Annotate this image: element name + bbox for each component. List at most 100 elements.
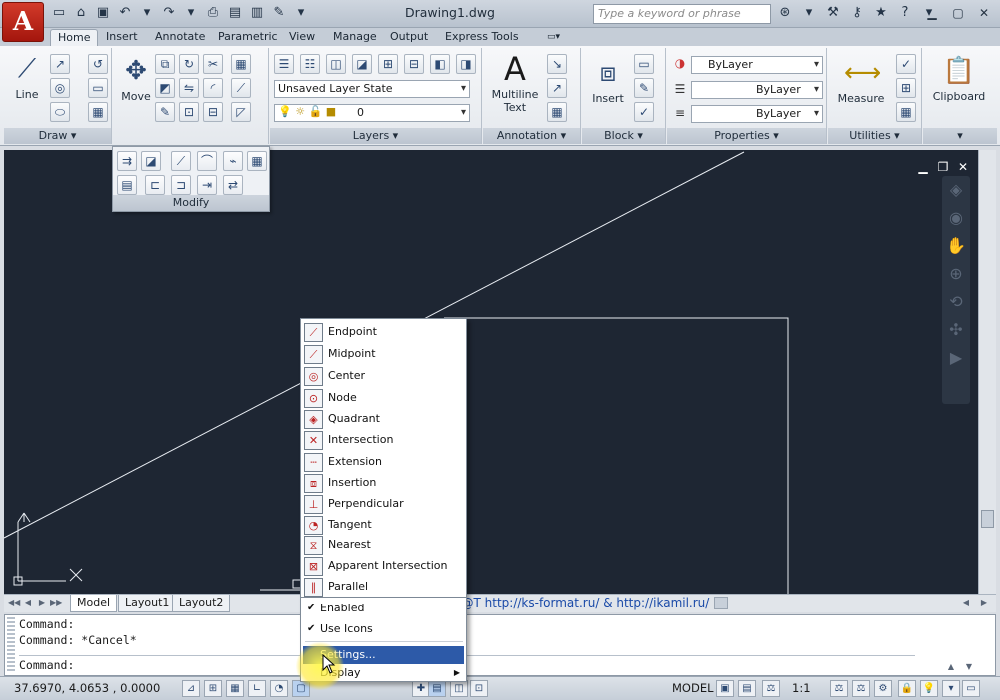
lineweight-icon[interactable]: ≡ [670,104,690,124]
use-icons-option[interactable]: ✔ Use Icons [303,620,464,638]
layer-match-icon[interactable]: ⊞ [378,54,398,74]
circle-icon[interactable]: ◎ [50,78,70,98]
enabled-option[interactable]: ✔ Enabled [303,604,464,614]
command-scroll-up-icon[interactable]: ▲ [945,661,957,673]
break-icon[interactable]: ⊏ [145,175,165,195]
undo-icon[interactable]: ↶ [116,4,134,22]
edit-hatch-icon[interactable]: ▦ [247,151,267,171]
orbit-icon[interactable]: ⟲ [942,288,970,316]
rotate-icon[interactable]: ↻ [179,54,199,74]
join-icon[interactable]: ⌒ [197,151,217,171]
help-icon[interactable]: ? [896,4,914,22]
calculator-icon[interactable]: ▦ [896,102,916,122]
tab-home[interactable]: Home [50,29,99,46]
properties-icon[interactable]: ✎ [270,4,288,22]
workspace-switching-icon[interactable]: ⚙ [874,680,892,697]
multiline-text-button[interactable]: A Multiline Text [489,52,541,114]
layer-states-icon[interactable]: ☷ [300,54,320,74]
qat-dropdown-icon[interactable]: ▾ [292,4,310,22]
close-icon[interactable]: ✕ [972,3,996,23]
drawing-canvas[interactable] [4,150,978,594]
create-block-icon[interactable]: ▭ [634,54,654,74]
key-icon[interactable]: ⚷ [848,4,866,22]
scroll-right-icon[interactable]: ▶ [978,597,990,609]
horizontal-scroll-thumb[interactable] [714,597,728,609]
model-tab[interactable]: Model [70,595,118,612]
redo-dropdown-icon[interactable]: ▾ [182,4,200,22]
command-scroll-down-icon[interactable]: ▼ [963,661,975,673]
edit-block-icon[interactable]: ✎ [634,78,654,98]
offset-icon[interactable]: ⊟ [203,102,223,122]
tab-view[interactable]: View [282,29,322,46]
osnap-item-endpoint[interactable]: ⟋ Endpoint [301,322,466,343]
osnap-item-quadrant[interactable]: ◈ Quadrant [301,409,466,430]
viewport-close-icon[interactable]: ✕ [956,160,970,174]
measure-button[interactable]: ⟷ Measure [834,56,888,105]
tab-annotate[interactable]: Annotate [148,29,212,46]
linetype-icon[interactable]: ☰ [670,80,690,100]
osnap-item-parallel[interactable]: ∥ Parallel [301,577,466,598]
application-menu-button[interactable]: A [2,2,44,42]
layer-off-icon[interactable]: ◧ [430,54,450,74]
osnap-item-center[interactable]: ◎ Center [301,366,466,387]
rectangle-icon[interactable]: ▭ [88,78,108,98]
insert-button[interactable]: ⧈ Insert [586,56,630,105]
command-prompt[interactable]: Command: [19,658,74,672]
align-icon[interactable]: ⌁ [223,151,243,171]
osnap-item-intersection[interactable]: ✕ Intersection [301,430,466,451]
toolbar-lock-icon[interactable]: 🔒 [898,680,916,697]
previous-layout-icon[interactable]: ◀ [22,597,34,609]
copy-icon[interactable]: ⧉ [155,54,175,74]
viewport-minimize-icon[interactable]: ▁ [916,160,930,174]
table-icon[interactable]: ▦ [547,102,567,122]
rectangle-edge[interactable] [444,317,789,594]
polar-tracking-icon[interactable]: ◔ [270,680,288,697]
annotation-visibility-icon[interactable]: ⚖ [830,680,848,697]
trim-icon[interactable]: ✂ [203,54,223,74]
linetype-select[interactable]: ByLayer [691,81,823,99]
lineweight-select[interactable]: ByLayer [691,105,823,123]
redo-icon[interactable]: ↷ [160,4,178,22]
line-button[interactable]: ⟋ Line [10,52,44,101]
layer-state-select[interactable]: Unsaved Layer State [274,80,470,98]
draw-order-icon[interactable]: ◪ [141,151,161,171]
polyline-icon[interactable]: ↗ [50,54,70,74]
color-wheel-icon[interactable]: ◑ [670,54,690,74]
join-objects-icon[interactable]: ⇥ [197,175,217,195]
print-icon[interactable]: ⎙ [204,4,222,22]
tab-express-tools[interactable]: Express Tools [438,29,526,46]
layers-panel-title[interactable]: Layers ▾ [270,128,481,144]
clean-screen-icon[interactable]: ▭ [962,680,980,697]
last-layout-icon[interactable]: ▶▶ [50,597,62,609]
annotation-scale-icon[interactable]: ⚖ [762,680,780,697]
layer-lock-icon[interactable]: ◨ [456,54,476,74]
save-icon[interactable]: ▣ [94,4,112,22]
quick-properties-icon[interactable]: ⊡ [470,680,488,697]
ortho-mode-icon[interactable]: ∟ [248,680,266,697]
quick-view-drawings-icon[interactable]: ▤ [738,680,756,697]
vertical-scroll-thumb[interactable] [981,510,994,528]
auto-scale-icon[interactable]: ⚖ [852,680,870,697]
scale-icon[interactable]: ⊡ [179,102,199,122]
tab-manage[interactable]: Manage [326,29,384,46]
modify-panel-title[interactable]: Modify [113,195,269,211]
chamfer-icon[interactable]: ◸ [231,102,251,122]
reverse-icon[interactable]: ⇄ [223,175,243,195]
move-button[interactable]: ✥ Move [117,54,155,103]
zoom-icon[interactable]: ⊕ [942,260,970,288]
id-point-icon[interactable]: ⊞ [896,78,916,98]
osnap-item-node[interactable]: ⊙ Node [301,388,466,409]
steering-wheel-icon[interactable]: ◈ [942,176,970,204]
star-icon[interactable]: ★ [872,4,890,22]
erase-icon[interactable]: ✎ [155,102,175,122]
grid-display-icon[interactable]: ▦ [226,680,244,697]
viewport-restore-icon[interactable]: ❐ [936,160,950,174]
new-icon[interactable]: ▭ [50,4,68,22]
annotation-panel-title[interactable]: Annotation ▾ [483,128,580,144]
snap-mode-icon[interactable]: ⊞ [204,680,222,697]
binoculars-icon[interactable]: ⊛ [776,4,794,22]
quick-view-layouts-icon[interactable]: ▣ [716,680,734,697]
tab-parametric[interactable]: Parametric [211,29,285,46]
stretch-icon[interactable]: ◩ [155,78,175,98]
vertical-scrollbar[interactable] [978,150,996,594]
